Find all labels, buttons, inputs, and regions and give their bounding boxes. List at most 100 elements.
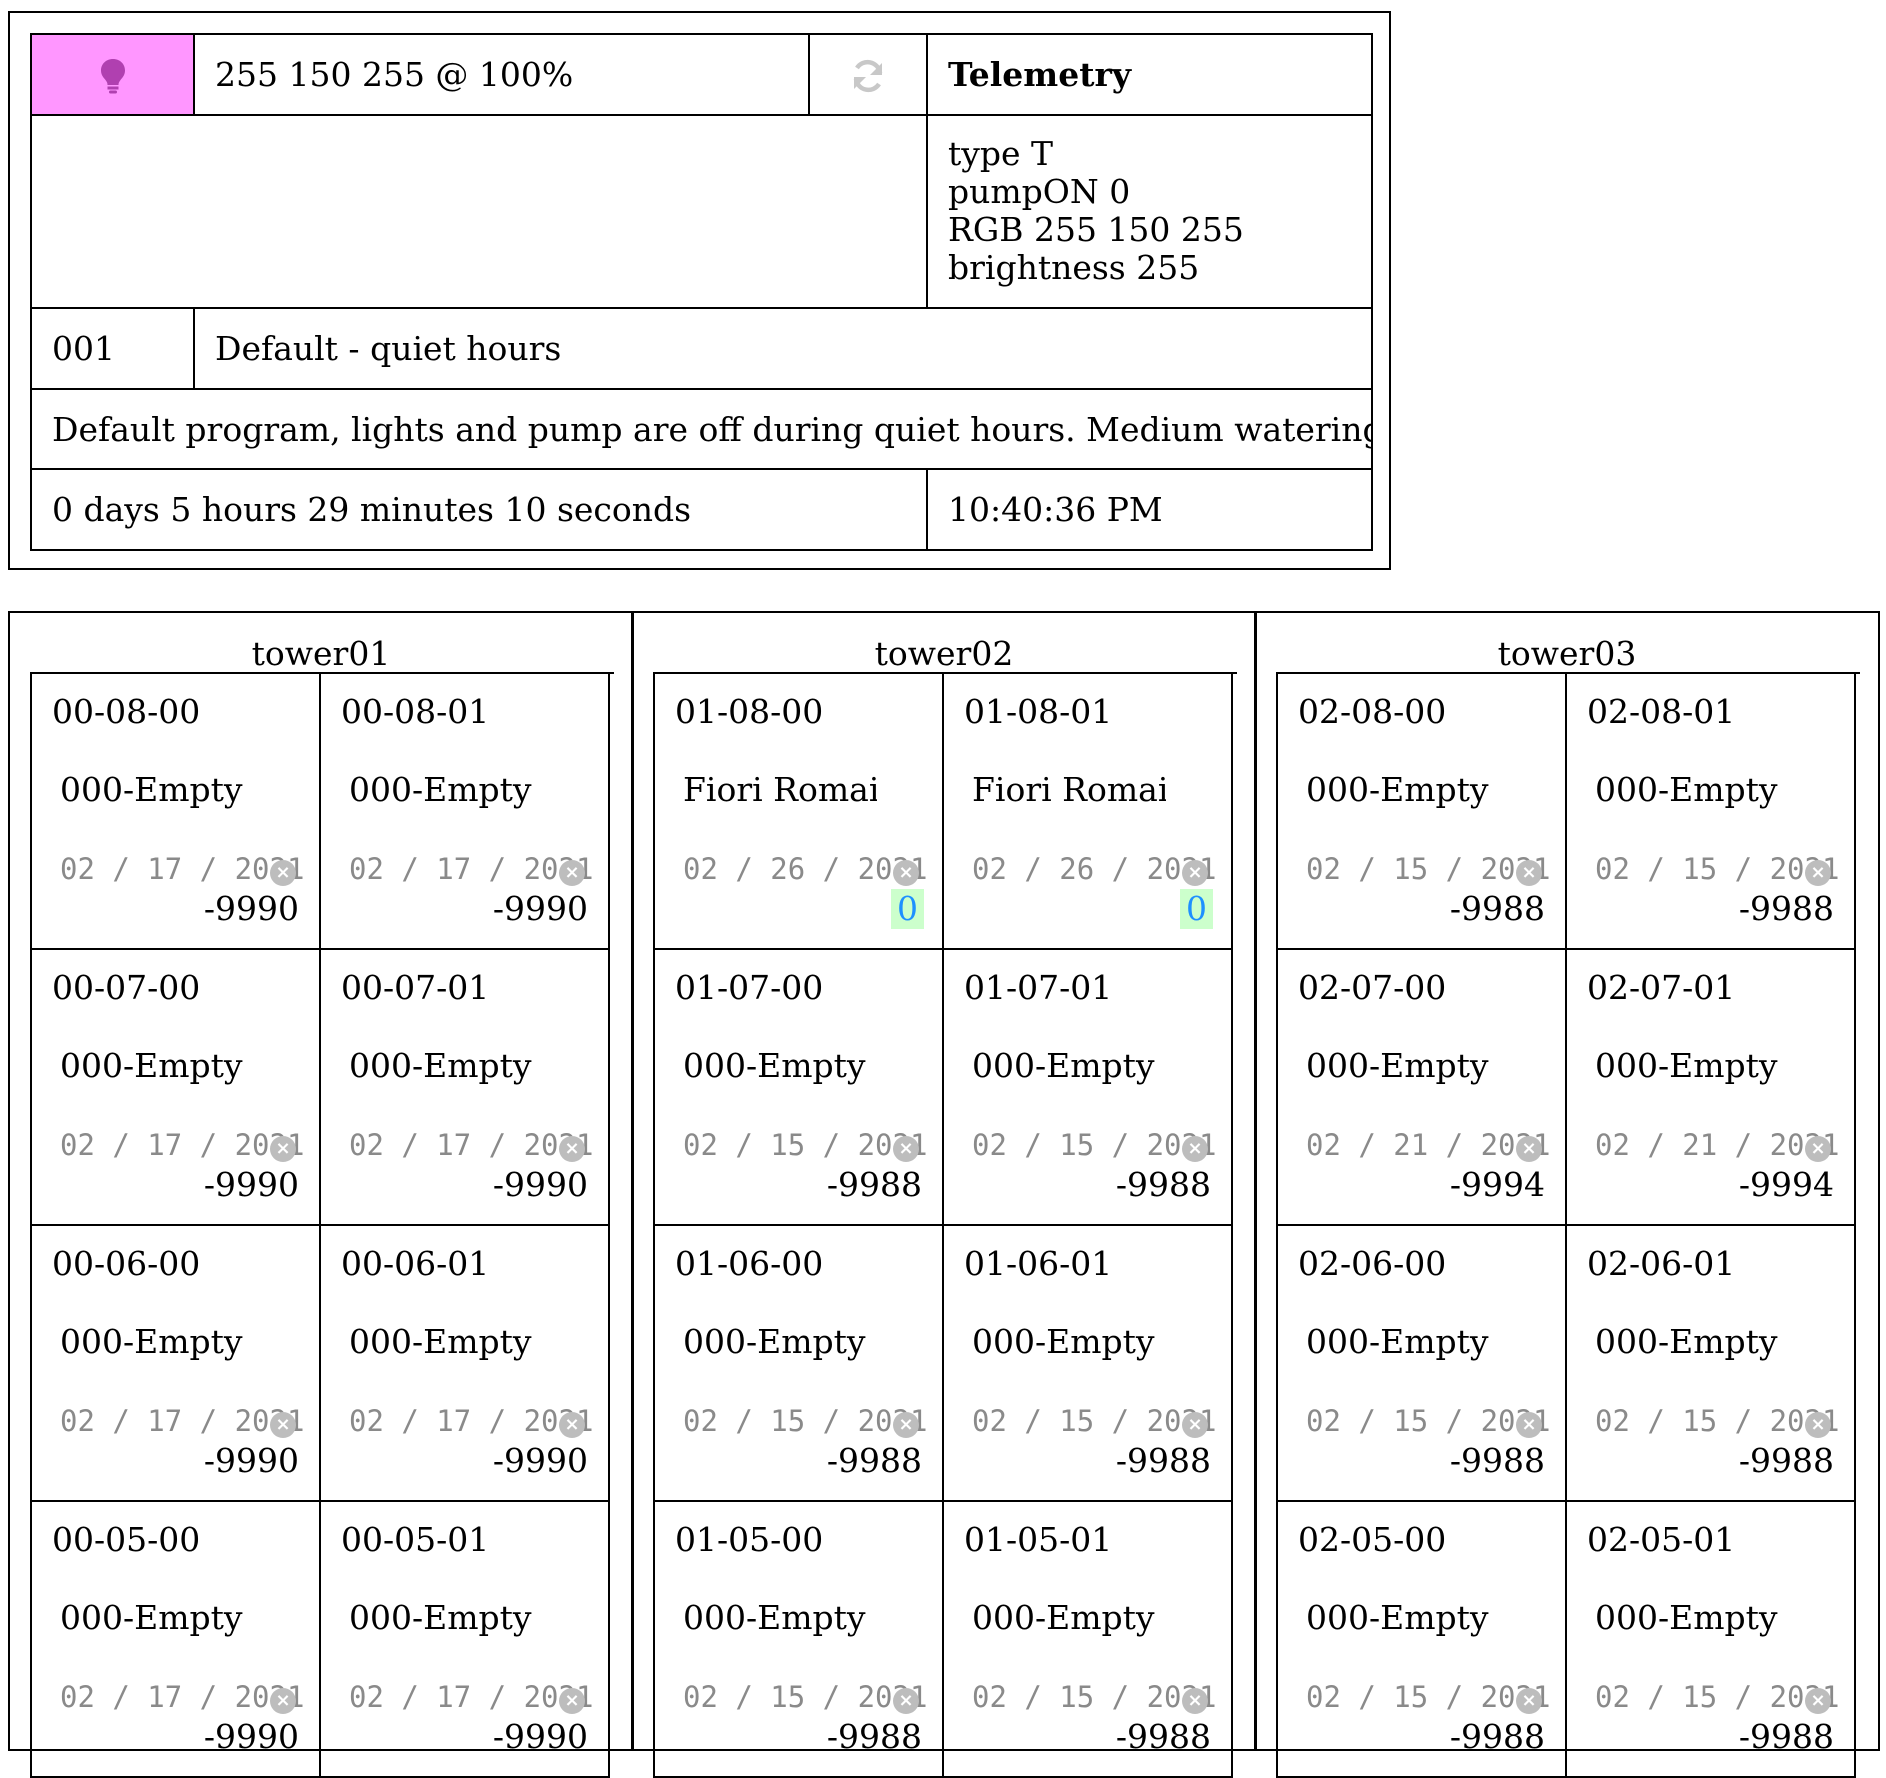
clear-date-icon[interactable]: × xyxy=(270,860,296,886)
clear-date-icon[interactable]: × xyxy=(893,1688,919,1714)
clear-date-icon[interactable]: × xyxy=(559,1412,585,1438)
plant-name[interactable]: 000-Empty xyxy=(1306,770,1500,810)
clear-date-icon[interactable]: × xyxy=(559,1688,585,1714)
plant-name[interactable]: 000-Empty xyxy=(972,1046,1166,1086)
slot-cell[interactable]: 02-08-01 000-Empty 02 / 15 / 2021 × -9988 xyxy=(1567,674,1856,950)
slot-cell[interactable]: 01-05-01 000-Empty 02 / 15 / 2021 × -9988 xyxy=(944,1502,1233,1778)
planted-date[interactable]: 02 / 26 / 2021 xyxy=(683,849,927,889)
planted-date[interactable]: 02 / 15 / 2021 xyxy=(972,1401,1216,1441)
clear-date-icon[interactable]: × xyxy=(1182,1688,1208,1714)
slot-cell[interactable]: 02-05-00 000-Empty 02 / 15 / 2021 × -9988 xyxy=(1278,1502,1567,1778)
plant-name[interactable]: 000-Empty xyxy=(683,1322,877,1362)
slot-cell[interactable]: 01-05-00 000-Empty 02 / 15 / 2021 × -9988 xyxy=(655,1502,944,1778)
plant-name[interactable]: 000-Empty xyxy=(60,1598,254,1638)
plant-name[interactable]: 000-Empty xyxy=(349,1598,543,1638)
slot-cell[interactable]: 01-07-00 000-Empty 02 / 15 / 2021 × -9988 xyxy=(655,950,944,1226)
clear-date-icon[interactable]: × xyxy=(1805,1688,1831,1714)
clear-date-icon[interactable]: × xyxy=(1516,860,1542,886)
planted-date[interactable]: 02 / 17 / 2021 xyxy=(349,849,593,889)
clear-date-icon[interactable]: × xyxy=(893,1136,919,1162)
plant-name[interactable]: 000-Empty xyxy=(1595,1322,1789,1362)
plant-name[interactable]: Fiori Romai xyxy=(683,770,877,810)
plant-name[interactable]: 000-Empty xyxy=(1595,1046,1789,1086)
plant-name[interactable]: 000-Empty xyxy=(972,1598,1166,1638)
clear-date-icon[interactable]: × xyxy=(1805,1412,1831,1438)
clear-date-icon[interactable]: × xyxy=(893,860,919,886)
uptime: 0 days 5 hours 29 minutes 10 seconds xyxy=(30,468,928,551)
plant-name[interactable]: 000-Empty xyxy=(1306,1598,1500,1638)
plant-name[interactable]: 000-Empty xyxy=(60,770,254,810)
clear-date-icon[interactable]: × xyxy=(1516,1412,1542,1438)
slot-value: -9988 xyxy=(826,1165,922,1204)
clear-date-icon[interactable]: × xyxy=(1182,1136,1208,1162)
slot-cell[interactable]: 00-08-01 000-Empty 02 / 17 / 2021 × -9990 xyxy=(321,674,610,950)
slot-cell[interactable]: 00-05-00 000-Empty 02 / 17 / 2021 × -9990 xyxy=(32,1502,321,1778)
plant-name[interactable]: 000-Empty xyxy=(1595,770,1789,810)
clear-date-icon[interactable]: × xyxy=(893,1412,919,1438)
slot-cell[interactable]: 01-06-01 000-Empty 02 / 15 / 2021 × -9988 xyxy=(944,1226,1233,1502)
clear-date-icon[interactable]: × xyxy=(270,1136,296,1162)
planted-date[interactable]: 02 / 21 / 2021 xyxy=(1306,1125,1550,1165)
planted-date[interactable]: 02 / 15 / 2021 xyxy=(1306,1401,1550,1441)
plant-name[interactable]: 000-Empty xyxy=(349,770,543,810)
slot-cell[interactable]: 00-08-00 000-Empty 02 / 17 / 2021 × -9990 xyxy=(32,674,321,950)
planted-date[interactable]: 02 / 17 / 2021 xyxy=(349,1401,593,1441)
color-swatch[interactable] xyxy=(30,33,195,116)
planted-date[interactable]: 02 / 17 / 2021 xyxy=(60,1401,304,1441)
plant-name[interactable]: 000-Empty xyxy=(683,1046,877,1086)
slot-cell[interactable]: 01-07-01 000-Empty 02 / 15 / 2021 × -9988 xyxy=(944,950,1233,1226)
slot-cell[interactable]: 00-07-01 000-Empty 02 / 17 / 2021 × -9990 xyxy=(321,950,610,1226)
planted-date[interactable]: 02 / 17 / 2021 xyxy=(349,1125,593,1165)
planted-date[interactable]: 02 / 15 / 2021 xyxy=(683,1677,927,1717)
plant-name[interactable]: 000-Empty xyxy=(60,1322,254,1362)
clear-date-icon[interactable]: × xyxy=(1516,1136,1542,1162)
plant-name[interactable]: 000-Empty xyxy=(349,1046,543,1086)
planted-date[interactable]: 02 / 21 / 2021 xyxy=(1595,1125,1839,1165)
clear-date-icon[interactable]: × xyxy=(559,860,585,886)
slot-cell[interactable]: 02-05-01 000-Empty 02 / 15 / 2021 × -9988 xyxy=(1567,1502,1856,1778)
slot-cell[interactable]: 02-07-01 000-Empty 02 / 21 / 2021 × -9994 xyxy=(1567,950,1856,1226)
slot-cell[interactable]: 02-07-00 000-Empty 02 / 21 / 2021 × -9994 xyxy=(1278,950,1567,1226)
slot-cell[interactable]: 02-06-01 000-Empty 02 / 15 / 2021 × -9988 xyxy=(1567,1226,1856,1502)
plant-name[interactable]: 000-Empty xyxy=(1306,1322,1500,1362)
slot-cell[interactable]: 02-06-00 000-Empty 02 / 15 / 2021 × -9988 xyxy=(1278,1226,1567,1502)
plant-name[interactable]: 000-Empty xyxy=(972,1322,1166,1362)
planted-date[interactable]: 02 / 15 / 2021 xyxy=(972,1677,1216,1717)
planted-date[interactable]: 02 / 17 / 2021 xyxy=(60,1677,304,1717)
slot-cell[interactable]: 00-05-01 000-Empty 02 / 17 / 2021 × -9990 xyxy=(321,1502,610,1778)
plant-name[interactable]: 000-Empty xyxy=(1595,1598,1789,1638)
planted-date[interactable]: 02 / 15 / 2021 xyxy=(1306,1677,1550,1717)
refresh-button[interactable] xyxy=(808,33,928,116)
planted-date[interactable]: 02 / 17 / 2021 xyxy=(60,1125,304,1165)
clear-date-icon[interactable]: × xyxy=(270,1412,296,1438)
slot-cell[interactable]: 01-08-01 Fiori Romai 02 / 26 / 2021 × 0 xyxy=(944,674,1233,950)
planted-date[interactable]: 02 / 15 / 2021 xyxy=(683,1401,927,1441)
slot-cell[interactable]: 00-07-00 000-Empty 02 / 17 / 2021 × -9990 xyxy=(32,950,321,1226)
clear-date-icon[interactable]: × xyxy=(559,1136,585,1162)
clear-date-icon[interactable]: × xyxy=(1182,860,1208,886)
planted-date[interactable]: 02 / 17 / 2021 xyxy=(60,849,304,889)
planted-date[interactable]: 02 / 15 / 2021 xyxy=(1595,849,1839,889)
clear-date-icon[interactable]: × xyxy=(1805,860,1831,886)
planted-date[interactable]: 02 / 15 / 2021 xyxy=(1595,1401,1839,1441)
planted-date[interactable]: 02 / 26 / 2021 xyxy=(972,849,1216,889)
slot-cell[interactable]: 01-06-00 000-Empty 02 / 15 / 2021 × -9988 xyxy=(655,1226,944,1502)
plant-name[interactable]: 000-Empty xyxy=(349,1322,543,1362)
clear-date-icon[interactable]: × xyxy=(1516,1688,1542,1714)
slot-cell[interactable]: 00-06-00 000-Empty 02 / 17 / 2021 × -9990 xyxy=(32,1226,321,1502)
planted-date[interactable]: 02 / 15 / 2021 xyxy=(683,1125,927,1165)
clear-date-icon[interactable]: × xyxy=(1182,1412,1208,1438)
slot-cell[interactable]: 00-06-01 000-Empty 02 / 17 / 2021 × -9990 xyxy=(321,1226,610,1502)
planted-date[interactable]: 02 / 15 / 2021 xyxy=(1306,849,1550,889)
plant-name[interactable]: Fiori Romai xyxy=(972,770,1166,810)
slot-cell[interactable]: 01-08-00 Fiori Romai 02 / 26 / 2021 × 0 xyxy=(655,674,944,950)
plant-name[interactable]: 000-Empty xyxy=(683,1598,877,1638)
planted-date[interactable]: 02 / 17 / 2021 xyxy=(349,1677,593,1717)
slot-cell[interactable]: 02-08-00 000-Empty 02 / 15 / 2021 × -9988 xyxy=(1278,674,1567,950)
clear-date-icon[interactable]: × xyxy=(270,1688,296,1714)
plant-name[interactable]: 000-Empty xyxy=(1306,1046,1500,1086)
plant-name[interactable]: 000-Empty xyxy=(60,1046,254,1086)
planted-date[interactable]: 02 / 15 / 2021 xyxy=(972,1125,1216,1165)
clear-date-icon[interactable]: × xyxy=(1805,1136,1831,1162)
planted-date[interactable]: 02 / 15 / 2021 xyxy=(1595,1677,1839,1717)
